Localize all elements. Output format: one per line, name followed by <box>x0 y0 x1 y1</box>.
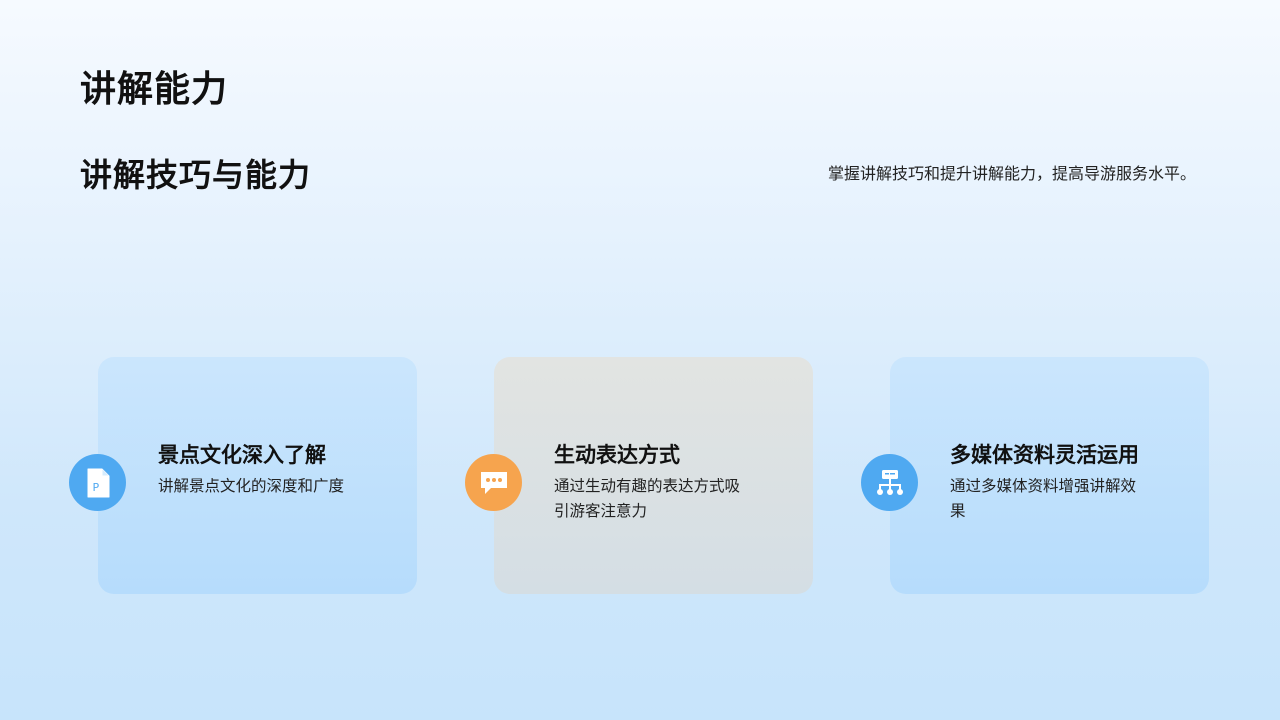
icon-badge <box>465 454 522 511</box>
network-icon <box>876 469 903 495</box>
card-text: 通过多媒体资料增强讲解效果 <box>950 477 1137 520</box>
page-title: 讲解能力 <box>80 69 229 110</box>
card-title: 生动表达方式 <box>554 443 680 467</box>
card-title: 景点文化深入了解 <box>158 443 326 467</box>
svg-text:P: P <box>92 481 99 494</box>
feature-card: 生动表达方式 通过生动有趣的表达方式吸引游客注意力 <box>465 357 813 594</box>
card-text: 通过生动有趣的表达方式吸引游客注意力 <box>554 477 741 520</box>
feature-card: P 景点文化深入了解 讲解景点文化的深度和广度 <box>69 357 417 594</box>
feature-card: 多媒体资料灵活运用 通过多媒体资料增强讲解效果 <box>861 357 1209 594</box>
section-description: 掌握讲解技巧和提升讲解能力，提高导游服务水平。 <box>827 164 1196 183</box>
card-text: 讲解景点文化的深度和广度 <box>158 477 345 495</box>
section-title: 讲解技巧与能力 <box>80 156 312 194</box>
icon-badge <box>861 454 918 511</box>
document-icon: P <box>87 468 109 497</box>
icon-badge: P <box>69 454 126 511</box>
card-title: 多媒体资料灵活运用 <box>950 443 1139 467</box>
chat-bubble-icon <box>480 471 507 494</box>
